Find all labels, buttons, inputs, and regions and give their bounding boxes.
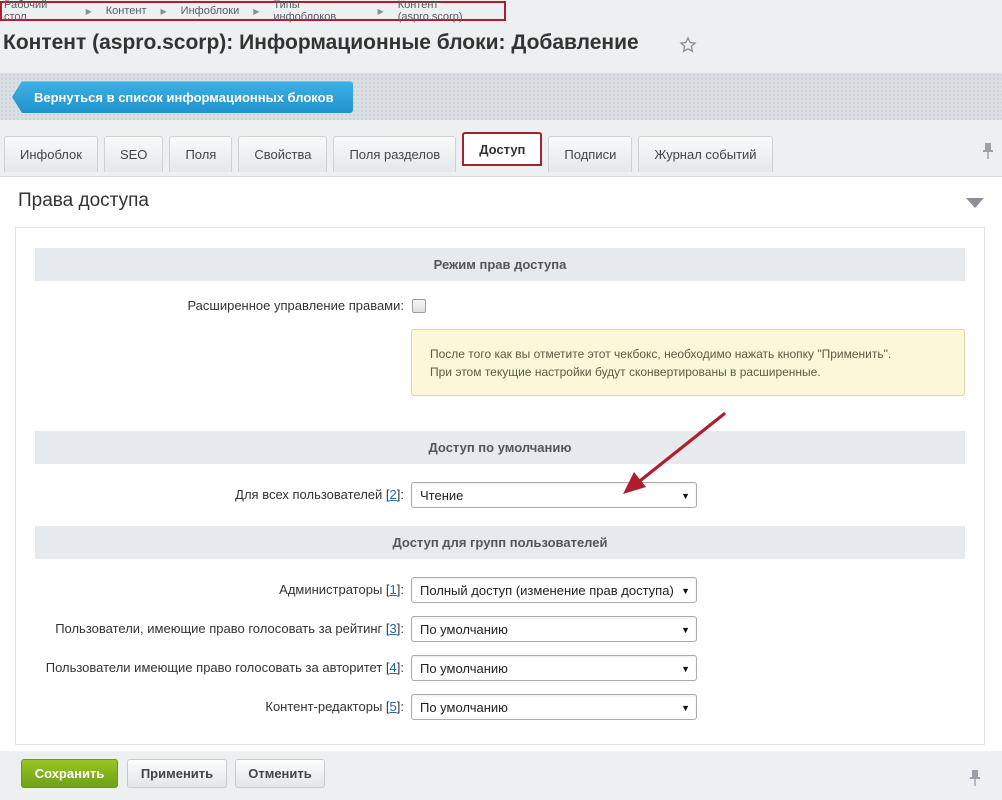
group-select-content-editors[interactable]: По умолчанию ▼	[411, 694, 697, 720]
breadcrumb-item[interactable]: Рабочий стол	[4, 0, 72, 23]
dropdown-arrow-icon: ▼	[681, 625, 690, 635]
note-line: При этом текущие настройки будут сконвер…	[430, 365, 821, 379]
info-note: После того как вы отметите этот чекбокс,…	[411, 329, 965, 396]
default-access-header: Доступ по умолчанию	[35, 431, 965, 464]
group-select-admins[interactable]: Полный доступ (изменение прав доступа) ▼	[411, 577, 697, 603]
note-line: После того как вы отметите этот чекбокс,…	[430, 347, 892, 361]
group-link[interactable]: 5	[390, 699, 397, 714]
tab-event-log[interactable]: Журнал событий	[638, 136, 773, 172]
pin-icon[interactable]	[969, 769, 981, 787]
breadcrumb-item[interactable]: Контент	[106, 5, 147, 17]
back-to-list-button[interactable]: Вернуться в список информационных блоков	[12, 81, 353, 113]
label-text: Пользователи, имеющие право голосовать з…	[55, 621, 383, 636]
tab-infoblock[interactable]: Инфоблок	[4, 136, 98, 172]
tab-seo[interactable]: SEO	[103, 136, 164, 172]
extended-rights-label: Расширенное управление правами:	[187, 298, 404, 313]
group-select-rating-voters[interactable]: По умолчанию ▼	[411, 616, 697, 642]
chevron-right-icon: ▶	[85, 6, 92, 16]
group-label: Пользователи имеющие право голосовать за…	[45, 660, 404, 675]
select-value: Полный доступ (изменение прав доступа)	[420, 582, 674, 598]
breadcrumb: Рабочий стол ▶ Контент ▶ Инфоблоки ▶ Тип…	[0, 0, 506, 23]
tab-bar: Инфоблок SEO Поля Свойства Поля разделов…	[4, 132, 779, 172]
group-link[interactable]: 3	[390, 621, 397, 636]
dropdown-arrow-icon: ▼	[681, 664, 690, 674]
tab-properties[interactable]: Свойства	[238, 136, 328, 172]
apply-button[interactable]: Применить	[127, 759, 227, 788]
select-value: Чтение	[420, 487, 464, 503]
cancel-button[interactable]: Отменить	[235, 759, 325, 788]
all-users-label: Для всех пользователей [2]:	[235, 487, 404, 502]
tab-captions[interactable]: Подписи	[548, 136, 633, 172]
label-text: Пользователи имеющие право голосовать за…	[45, 660, 383, 675]
group-label: Контент-редакторы [5]:	[265, 699, 404, 714]
section-title: Права доступа	[18, 190, 149, 211]
tab-fields[interactable]: Поля	[169, 136, 233, 172]
select-value: По умолчанию	[420, 660, 508, 676]
group-link[interactable]: 1	[390, 582, 397, 597]
annotation-arrow-icon	[623, 412, 726, 494]
chevron-right-icon: ▶	[160, 6, 167, 16]
pin-icon[interactable]	[982, 142, 994, 160]
star-icon[interactable]	[679, 36, 697, 54]
label-text: Контент-редакторы	[265, 699, 383, 714]
save-button[interactable]: Сохранить	[21, 759, 118, 788]
label-text: Администраторы	[279, 582, 383, 597]
group-label: Администраторы [1]:	[279, 582, 404, 597]
dropdown-arrow-icon: ▼	[681, 703, 690, 713]
breadcrumb-item[interactable]: Инфоблоки	[181, 5, 240, 17]
chevron-right-icon: ▶	[377, 6, 384, 16]
page-title: Контент (aspro.scorp): Информационные бл…	[3, 31, 639, 54]
chevron-right-icon: ▶	[253, 6, 260, 16]
select-value: По умолчанию	[420, 699, 508, 715]
breadcrumb-item[interactable]: Контент (aspro.scorp)	[398, 0, 504, 23]
collapse-triangle-icon[interactable]	[966, 198, 984, 208]
tab-access[interactable]: Доступ	[462, 132, 543, 166]
extended-rights-checkbox[interactable]	[412, 299, 426, 313]
group-access-header: Доступ для групп пользователей	[35, 526, 965, 559]
group-link[interactable]: 4	[390, 660, 397, 675]
select-value: По умолчанию	[420, 621, 508, 637]
label-text: Для всех пользователей	[235, 487, 383, 502]
group-label: Пользователи, имеющие право голосовать з…	[55, 621, 404, 636]
access-mode-header: Режим прав доступа	[35, 248, 965, 281]
tab-section-fields[interactable]: Поля разделов	[333, 136, 457, 172]
dropdown-arrow-icon: ▼	[681, 586, 690, 596]
group-select-authority-voters[interactable]: По умолчанию ▼	[411, 655, 697, 681]
group-link[interactable]: 2	[390, 487, 397, 502]
breadcrumb-item[interactable]: Типы инфоблоков	[273, 0, 363, 23]
